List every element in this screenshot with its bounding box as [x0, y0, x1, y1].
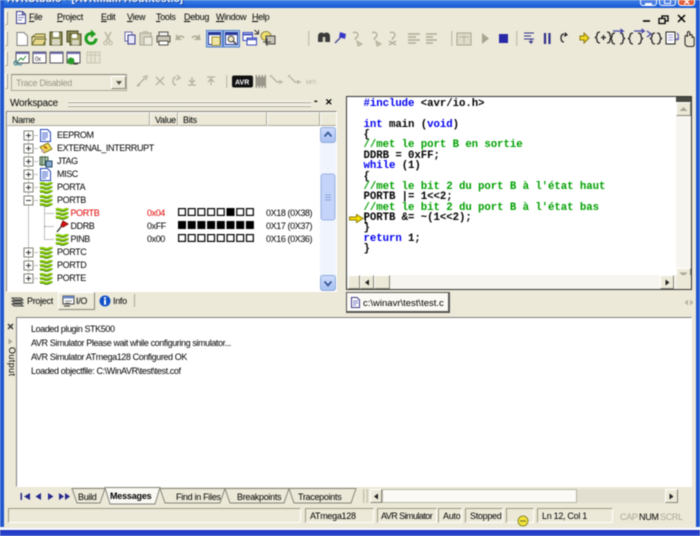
svg-text:0x: 0x	[35, 57, 41, 63]
svg-text:AVR: AVR	[235, 80, 249, 87]
svg-text:MITI: MITI	[306, 80, 317, 86]
